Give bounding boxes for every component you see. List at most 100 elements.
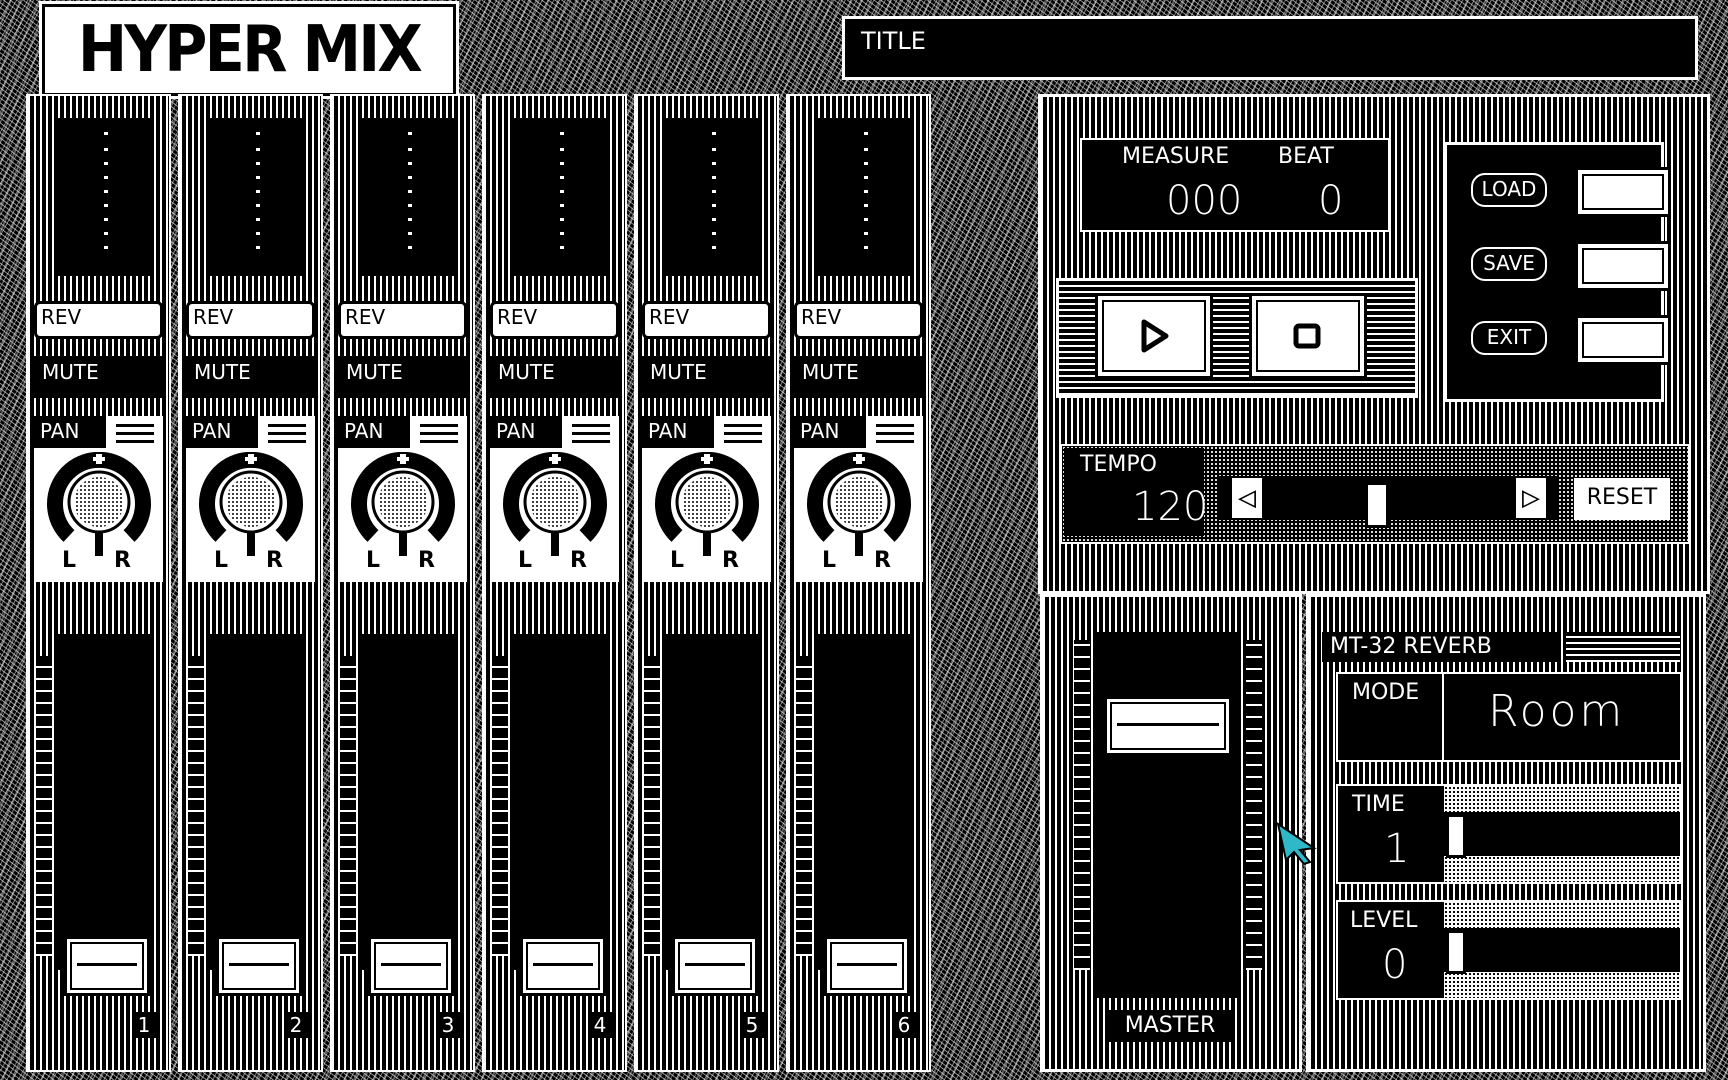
level-slider[interactable]: [1444, 928, 1680, 972]
tempo-increase-button[interactable]: ▷: [1516, 478, 1546, 518]
rev-button[interactable]: REV: [642, 301, 771, 339]
pan-knob-icon[interactable]: [807, 452, 911, 556]
menu-lines-icon: [724, 421, 762, 443]
mute-button[interactable]: MUTE: [642, 356, 771, 398]
channel-number: 4: [588, 1012, 612, 1038]
stop-button[interactable]: [1249, 293, 1367, 379]
menu-lines-icon: [876, 421, 914, 443]
mute-button[interactable]: MUTE: [794, 356, 923, 398]
level-meter: [666, 118, 760, 276]
tempo-display: TEMPO 120: [1064, 448, 1208, 536]
reverb-time-box: TIME 1: [1336, 784, 1682, 884]
fader-track[interactable]: [56, 634, 150, 970]
tempo-decrease-button[interactable]: ◁: [1232, 478, 1262, 518]
beat-value: 0: [1318, 178, 1344, 224]
fader-handle[interactable]: [216, 936, 302, 996]
rev-button[interactable]: REV: [34, 301, 163, 339]
pan-header: PAN: [490, 416, 619, 448]
position-counter: MEASURE BEAT 000 0: [1080, 138, 1390, 232]
pan-knob-icon[interactable]: [199, 452, 303, 556]
master-fader-scale-right: [1246, 640, 1262, 970]
pan-label: PAN: [794, 416, 866, 448]
master-fader-handle[interactable]: [1104, 696, 1232, 756]
menu-lines-icon: [116, 421, 154, 443]
logo-text: HYPER MIX: [77, 13, 423, 87]
fader-track[interactable]: [816, 634, 910, 970]
load-button[interactable]: [1575, 167, 1671, 217]
pan-label: PAN: [34, 416, 106, 448]
reverb-title-lines: [1566, 632, 1680, 662]
pan-left-label: L: [62, 548, 77, 573]
rev-button[interactable]: REV: [338, 301, 467, 339]
pan-right-label: R: [722, 548, 739, 573]
fader-handle[interactable]: [64, 936, 150, 996]
rev-button[interactable]: REV: [794, 301, 923, 339]
pan-right-label: R: [418, 548, 435, 573]
level-meter: [210, 118, 304, 276]
pan-control: L R: [490, 448, 619, 582]
pan-header: PAN: [642, 416, 771, 448]
exit-label: EXIT: [1471, 321, 1547, 355]
save-button[interactable]: [1575, 241, 1671, 291]
fader-track[interactable]: [208, 634, 302, 970]
channel-mixer: REV MUTE PAN L R 1 REV MUTE PAN L R 2 RE…: [26, 94, 980, 1072]
fader-track[interactable]: [664, 634, 758, 970]
channel-number: 6: [892, 1012, 916, 1038]
master-label: MASTER: [1108, 1010, 1232, 1042]
pan-control: L R: [186, 448, 315, 582]
mute-button[interactable]: MUTE: [34, 356, 163, 398]
master-fader-track[interactable]: [1096, 632, 1238, 998]
tempo-reset-button[interactable]: RESET: [1574, 478, 1670, 520]
app-logo: HYPER MIX: [42, 4, 456, 96]
level-meter: [514, 118, 608, 276]
play-button[interactable]: [1095, 293, 1213, 379]
pan-header: PAN: [338, 416, 467, 448]
time-value: 1: [1384, 826, 1410, 872]
level-label: LEVEL: [1350, 908, 1418, 933]
pan-control: L R: [794, 448, 923, 582]
pan-header: PAN: [186, 416, 315, 448]
pan-label: PAN: [490, 416, 562, 448]
measure-value: 000: [1166, 178, 1243, 224]
tempo-label: TEMPO: [1080, 452, 1157, 477]
fader-track[interactable]: [360, 634, 454, 970]
pan-knob-icon[interactable]: [47, 452, 151, 556]
time-slider[interactable]: [1444, 812, 1680, 856]
pan-control: L R: [34, 448, 163, 582]
pan-knob-icon[interactable]: [655, 452, 759, 556]
channel-strip-3: REV MUTE PAN L R 3: [330, 94, 475, 1072]
pan-label: PAN: [642, 416, 714, 448]
mode-value[interactable]: Room: [1488, 686, 1625, 737]
pan-knob-icon[interactable]: [503, 452, 607, 556]
fader-handle[interactable]: [368, 936, 454, 996]
beat-label: BEAT: [1278, 144, 1334, 169]
mute-button[interactable]: MUTE: [338, 356, 467, 398]
master-fader-scale: [1074, 640, 1090, 970]
title-field[interactable]: TITLE: [842, 16, 1698, 80]
tempo-slider-thumb[interactable]: [1364, 482, 1389, 528]
channel-strip-4: REV MUTE PAN L R 4: [482, 94, 627, 1072]
exit-button[interactable]: [1575, 315, 1671, 365]
mute-button[interactable]: MUTE: [490, 356, 619, 398]
level-bar-top: [1444, 902, 1680, 928]
reverb-mode-box: MODE Room: [1336, 672, 1682, 762]
channel-number: 5: [740, 1012, 764, 1038]
time-slider-thumb[interactable]: [1446, 814, 1466, 858]
level-meter: [818, 118, 912, 276]
channel-strip-6: REV MUTE PAN L R 6: [786, 94, 931, 1072]
tempo-value: 120: [1132, 484, 1209, 530]
level-slider-thumb[interactable]: [1446, 930, 1466, 974]
pan-knob-icon[interactable]: [351, 452, 455, 556]
fader-handle[interactable]: [672, 936, 758, 996]
fader-track[interactable]: [512, 634, 606, 970]
fader-handle[interactable]: [520, 936, 606, 996]
time-bar-top: [1444, 786, 1680, 812]
menu-lines-icon: [268, 421, 306, 443]
transport-buttons: [1056, 278, 1418, 398]
rev-button[interactable]: REV: [490, 301, 619, 339]
pan-header: PAN: [794, 416, 923, 448]
pan-label: PAN: [186, 416, 258, 448]
rev-button[interactable]: REV: [186, 301, 315, 339]
fader-handle[interactable]: [824, 936, 910, 996]
mute-button[interactable]: MUTE: [186, 356, 315, 398]
